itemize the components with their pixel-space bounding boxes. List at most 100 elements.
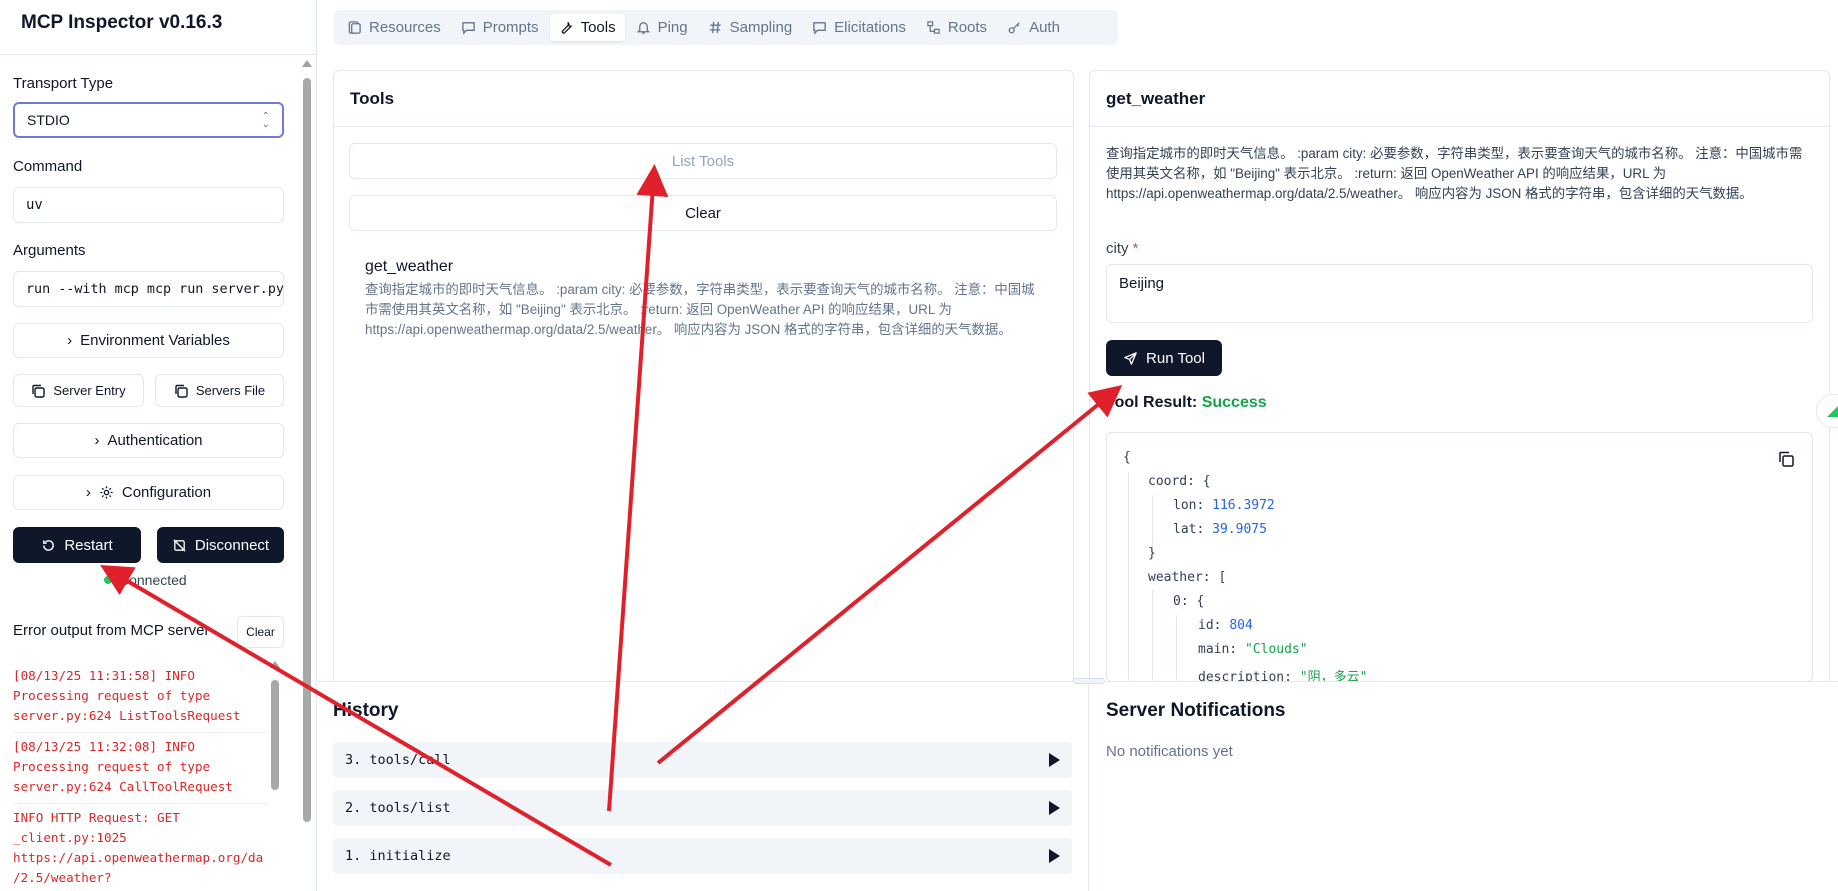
json-line: lon: 116.3972: [1173, 498, 1275, 513]
json-line: description: "阴，多云": [1198, 666, 1367, 682]
history-item[interactable]: 1. initialize: [333, 838, 1072, 874]
sidebar-scrollbar[interactable]: [303, 78, 311, 822]
error-log-entry: [08/13/25 11:32:08] INFO Processing requ…: [13, 733, 268, 804]
server-entry-button[interactable]: Server Entry: [13, 374, 144, 407]
json-line: }: [1148, 546, 1156, 561]
chevron-right-icon: ›: [94, 432, 100, 449]
tool-item-name[interactable]: get_weather: [365, 258, 453, 276]
server-notifications-title: Server Notifications: [1106, 700, 1286, 721]
json-line: weather: [: [1148, 570, 1226, 585]
app-title: MCP Inspector v0.16.3: [21, 12, 223, 33]
tab-prompts[interactable]: Prompts: [452, 14, 548, 41]
message-icon: [813, 22, 826, 35]
tab-resources[interactable]: Resources: [338, 14, 450, 41]
sidebar-divider: [0, 54, 316, 55]
gear-icon: [100, 486, 113, 499]
tab-sampling[interactable]: Sampling: [699, 14, 802, 41]
run-tool-label: Run Tool: [1146, 349, 1205, 367]
environment-variables-button[interactable]: › Environment Variables: [13, 323, 284, 358]
resources-icon: [348, 21, 361, 34]
authentication-label: Authentication: [107, 432, 203, 449]
tab-auth[interactable]: Auth: [998, 14, 1069, 41]
tab-roots[interactable]: Roots: [917, 14, 996, 41]
clear-tools-button[interactable]: Clear: [349, 195, 1057, 231]
error-log-scrollbar[interactable]: [271, 680, 279, 790]
city-input[interactable]: Beijing: [1106, 264, 1813, 323]
transport-type-select[interactable]: STDIO ⌃ ⌄: [13, 102, 284, 138]
history-item-label: 2. tools/list: [345, 800, 451, 816]
authentication-button[interactable]: › Authentication: [13, 423, 284, 458]
required-mark: *: [1132, 240, 1139, 257]
tab-label: Tools: [580, 19, 616, 36]
json-line: lat: 39.9075: [1173, 522, 1267, 537]
connection-status-text: Connected: [119, 572, 187, 588]
json-indent-guide: [1152, 590, 1153, 682]
restart-button[interactable]: Restart: [13, 527, 141, 563]
servers-file-label: Servers File: [195, 383, 266, 398]
sidebar: MCP Inspector v0.16.3 Transport Type STD…: [0, 0, 317, 891]
json-line: main: "Clouds": [1198, 642, 1308, 657]
copy-icon[interactable]: [1777, 450, 1795, 468]
tool-result-title: Tool Result: Success: [1106, 394, 1267, 412]
run-tool-button[interactable]: Run Tool: [1106, 340, 1222, 376]
history-item[interactable]: 3. tools/call: [333, 742, 1072, 778]
tab-tools[interactable]: Tools: [549, 14, 625, 41]
tool-detail-description: 查询指定城市的即时天气信息。 :param city: 必要参数，字符串类型，表…: [1106, 146, 1803, 201]
history-item[interactable]: 2. tools/list: [333, 790, 1072, 826]
history-title: History: [333, 700, 399, 721]
json-key: lon:: [1173, 498, 1205, 513]
configuration-button[interactable]: › Configuration: [13, 475, 284, 510]
error-clear-button[interactable]: Clear: [237, 616, 284, 648]
connection-status-dot: [104, 576, 112, 584]
tab-elicitations[interactable]: Elicitations: [803, 14, 915, 41]
panel-divider: [1088, 681, 1089, 891]
tools-panel-title: Tools: [334, 71, 1073, 127]
disconnect-button[interactable]: Disconnect: [157, 527, 284, 563]
city-param-label: city *: [1106, 240, 1139, 257]
tool-result-label: Tool Result:: [1106, 394, 1198, 411]
roots-icon: [927, 21, 940, 34]
history-item-label: 3. tools/call: [345, 752, 451, 768]
chevron-up-down-icon: ⌃ ⌄: [261, 111, 270, 130]
expand-triangle-icon[interactable]: [1049, 801, 1060, 815]
arguments-input[interactable]: run --with mcp mcp run server.py: [13, 271, 284, 307]
command-label: Command: [13, 158, 83, 175]
unplug-icon: [173, 538, 186, 552]
prompts-icon: [461, 22, 475, 35]
no-notifications-text: No notifications yet: [1106, 743, 1233, 760]
list-tools-button[interactable]: List Tools: [349, 143, 1057, 179]
tab-label: Elicitations: [834, 19, 906, 36]
city-label-text: city: [1106, 240, 1129, 257]
restart-label: Restart: [64, 536, 113, 554]
copy-icon: [175, 384, 188, 398]
json-line: coord: {: [1148, 474, 1211, 489]
json-line: 0: {: [1173, 594, 1204, 609]
error-output-title: Error output from MCP server: [13, 622, 210, 639]
expand-triangle-icon[interactable]: [1049, 753, 1060, 767]
tab-ping[interactable]: Ping: [627, 14, 697, 41]
json-line: id: 804: [1198, 618, 1253, 633]
triangle-icon: [1827, 405, 1838, 417]
city-input-value: Beijing: [1119, 275, 1165, 292]
command-input[interactable]: uv: [13, 187, 284, 223]
expand-triangle-icon[interactable]: [1049, 849, 1060, 863]
error-log-entry: [08/13/25 11:31:58] INFO Processing requ…: [13, 662, 268, 733]
send-icon: [1124, 351, 1137, 365]
tab-label: Roots: [947, 19, 988, 36]
chevron-right-icon: ›: [85, 484, 91, 501]
json-key: weather:: [1148, 570, 1211, 585]
json-bracket: {: [1202, 474, 1211, 489]
servers-file-button[interactable]: Servers File: [155, 374, 284, 407]
transport-type-value: STDIO: [27, 112, 70, 128]
json-value: 116.3972: [1212, 498, 1275, 513]
transport-type-label: Transport Type: [13, 75, 114, 92]
scroll-up-arrow-icon[interactable]: [270, 661, 280, 668]
chevron-right-icon: ›: [67, 332, 73, 349]
copy-icon: [32, 384, 46, 398]
tool-result-status: Success: [1201, 394, 1267, 411]
arguments-label: Arguments: [13, 242, 86, 259]
arguments-value: run --with mcp mcp run server.py: [26, 281, 284, 297]
error-log: [08/13/25 11:31:58] INFO Processing requ…: [13, 662, 268, 891]
resize-handle[interactable]: [1073, 678, 1105, 684]
scroll-up-arrow-icon[interactable]: [302, 60, 312, 67]
